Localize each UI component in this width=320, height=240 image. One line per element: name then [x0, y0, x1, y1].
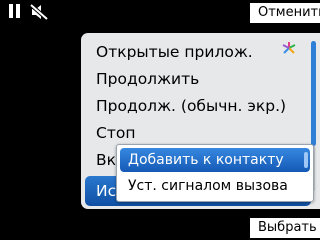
submenu-item-set-as-ringtone[interactable]: Уст. сигналом вызова: [128, 174, 288, 198]
submenu-item-add-to-contact-label: Добавить к контакту: [128, 152, 284, 168]
pause-icon: [9, 4, 20, 18]
menu-item-continue[interactable]: Продолжить: [96, 66, 199, 92]
mute-icon: [30, 4, 48, 20]
menu-item-use-label: Ис: [96, 182, 117, 200]
app-switch-icon: [282, 42, 296, 54]
submenu-scroll-indicator: [304, 152, 308, 168]
select-softkey[interactable]: Выбрать: [250, 218, 320, 238]
menu-item-stop[interactable]: Стоп: [96, 120, 135, 146]
menu-item-open-apps[interactable]: Открытые прилож.: [96, 39, 253, 65]
status-bar: Отменить: [0, 0, 320, 26]
submenu: Добавить к контакту Уст. сигналом вызова: [116, 144, 314, 202]
menu-scrollbar-thumb[interactable]: [311, 41, 316, 146]
menu-item-continue-normal-screen[interactable]: Продолж. (обычн. экр.): [96, 93, 286, 119]
cancel-softkey[interactable]: Отменить: [250, 3, 320, 23]
submenu-item-add-to-contact[interactable]: Добавить к контакту: [120, 148, 310, 172]
